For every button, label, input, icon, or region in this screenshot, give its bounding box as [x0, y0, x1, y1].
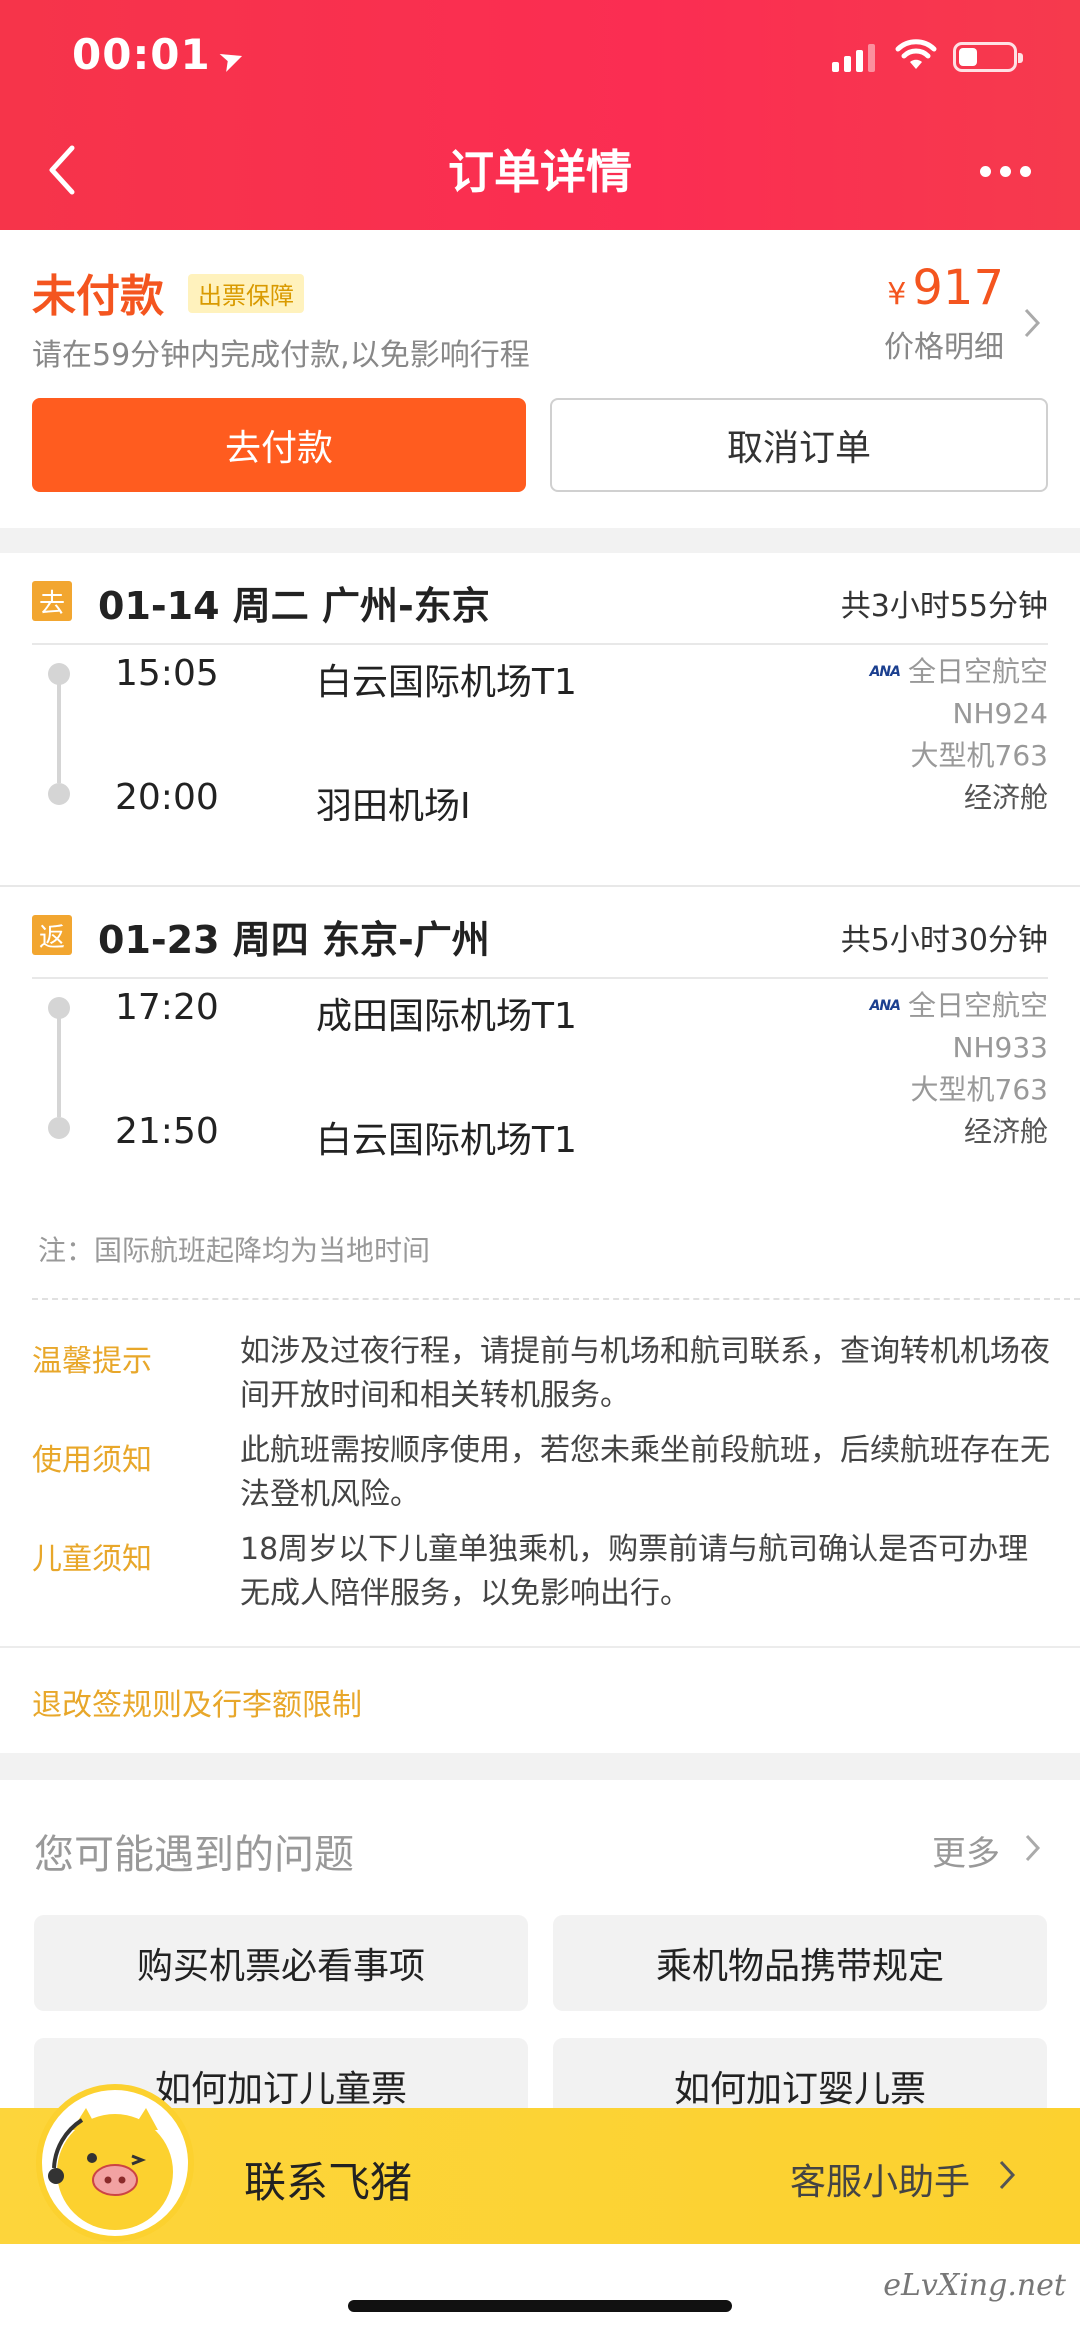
wifi-icon	[895, 39, 937, 69]
navigation-arrow-icon: ➤	[213, 38, 251, 81]
tip-text-children: 18周岁以下儿童单独乘机，购票前请与航司确认是否可办理无成人陪伴服务，以免影响出…	[240, 1532, 1029, 1611]
segment-duration: 共5小时30分钟	[840, 923, 1048, 958]
departure-airport: 白云国际机场T1	[316, 662, 577, 703]
arrival-time: 20:00	[115, 777, 219, 818]
order-price[interactable]: ¥917	[887, 260, 1004, 316]
chevron-right-icon[interactable]	[1020, 306, 1044, 340]
ana-logo-icon: ANA	[869, 998, 901, 1014]
home-indicator[interactable]	[348, 2300, 732, 2312]
flight-details-card: 去 01-14 周二 广州-东京 共3小时55分钟 15:05 白云国际机场T1…	[0, 553, 1080, 1753]
tip-label-reminder: 温馨提示	[32, 1344, 152, 1379]
tip-text-reminder: 如涉及过夜行程，请提前与机场和航司联系，查询转机机场夜间开放时间和相关转机服务。	[240, 1334, 1050, 1413]
arrival-airport: 白云国际机场T1	[316, 1120, 577, 1161]
pay-button[interactable]: 去付款	[32, 398, 526, 492]
price-value: 917	[912, 260, 1004, 316]
ana-logo-icon: ANA	[869, 664, 901, 680]
status-time: 00:01➤	[72, 30, 250, 80]
route-line	[57, 1017, 61, 1117]
segment-date-route: 01-23 周四 东京-广州	[98, 918, 490, 962]
order-status: 未付款	[32, 271, 164, 322]
header: 00:01➤ 订单详情	[0, 0, 1080, 230]
tip-text-usage: 此航班需按顺序使用，若您未乘坐前段航班，后续航班存在无法登机风险。	[240, 1433, 1050, 1512]
faq-item[interactable]: 购买机票必看事项	[34, 1915, 528, 2011]
watermark: eLvXing.net	[883, 2268, 1066, 2303]
outbound-tag: 去	[32, 581, 72, 621]
cabin-class: 经济舱	[963, 781, 1048, 814]
signal-icon	[832, 42, 875, 72]
status-bar: 00:01➤	[0, 0, 1080, 110]
departure-time: 17:20	[115, 987, 219, 1028]
price-detail-link[interactable]: 价格明细	[884, 322, 1004, 366]
arrival-time: 21:50	[115, 1111, 219, 1152]
return-segment-header: 返 01-23 周四 东京-广州 共5小时30分钟	[32, 887, 1048, 979]
departure-airport: 成田国际机场T1	[316, 996, 577, 1037]
tip-label-usage: 使用须知	[32, 1443, 152, 1478]
departure-dot	[48, 663, 70, 685]
contact-fliggy-label[interactable]: 联系飞猪	[244, 2149, 412, 2210]
segment-date-route: 01-14 周二 广州-东京	[98, 584, 490, 628]
cabin-class: 经济舱	[963, 1115, 1048, 1148]
flight-number: NH924	[952, 697, 1048, 730]
arrival-dot	[48, 1117, 70, 1139]
refund-baggage-rules-link[interactable]: 退改签规则及行李额限制	[32, 1680, 362, 1724]
chevron-right-icon[interactable]	[996, 2158, 1018, 2192]
page-title: 订单详情	[448, 145, 632, 199]
departure-time: 15:05	[115, 653, 219, 694]
payment-deadline-hint: 请在59分钟内完成付款,以免影响行程	[32, 338, 530, 373]
faq-item[interactable]: 乘机物品携带规定	[553, 1915, 1047, 2011]
chevron-right-icon[interactable]	[1022, 1832, 1044, 1864]
tip-label-children: 儿童须知	[32, 1542, 152, 1577]
departure-dot	[48, 997, 70, 1019]
dashed-divider	[32, 1298, 1080, 1300]
more-dots-icon[interactable]	[980, 166, 1031, 177]
currency-symbol: ¥	[887, 277, 907, 312]
flight-info: ANA 全日空航空 NH924 大型机763 经济舱	[870, 651, 1048, 819]
airline-name: 全日空航空	[907, 989, 1048, 1022]
flight-info: ANA 全日空航空 NH933 大型机763 经济舱	[870, 985, 1048, 1153]
local-time-note: 注：国际航班起降均为当地时间	[38, 1234, 431, 1267]
divider	[0, 1646, 1080, 1648]
airline-name: 全日空航空	[907, 655, 1048, 688]
faq-title: 您可能遇到的问题	[34, 1832, 354, 1878]
aircraft-type: 大型机763	[910, 739, 1048, 772]
outbound-segment-header: 去 01-14 周二 广州-东京 共3小时55分钟	[32, 553, 1048, 645]
arrival-airport: 羽田机场I	[316, 786, 471, 827]
pig-mascot-icon	[48, 2108, 173, 2230]
cancel-order-button[interactable]: 取消订单	[550, 398, 1048, 492]
arrival-dot	[48, 783, 70, 805]
customer-service-assistant-link[interactable]: 客服小助手	[790, 2153, 970, 2205]
segment-duration: 共3小时55分钟	[840, 589, 1048, 624]
return-tag: 返	[32, 915, 72, 955]
route-line	[57, 683, 61, 783]
battery-icon	[953, 42, 1023, 72]
ticket-guarantee-badge: 出票保障	[188, 274, 304, 313]
order-status-card: 未付款 出票保障 请在59分钟内完成付款,以免影响行程 ¥917 价格明细 去付…	[0, 230, 1080, 528]
flight-number: NH933	[952, 1031, 1048, 1064]
fliggy-mascot-avatar[interactable]	[36, 2084, 194, 2242]
aircraft-type: 大型机763	[910, 1073, 1048, 1106]
clock-text: 00:01	[72, 30, 211, 79]
faq-more-link[interactable]: 更多	[932, 1826, 1000, 1875]
